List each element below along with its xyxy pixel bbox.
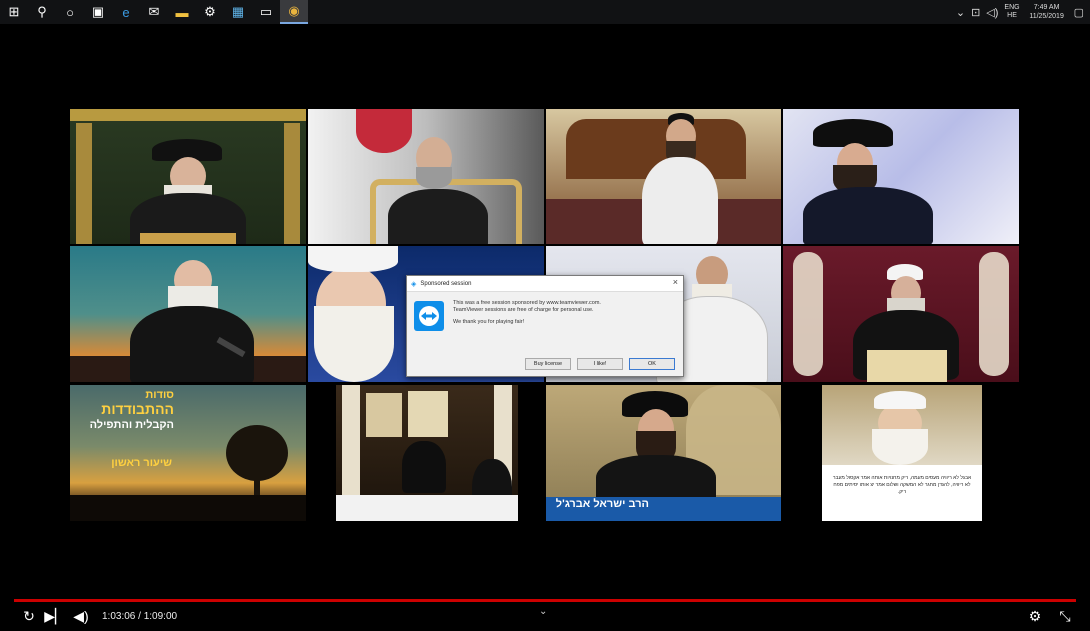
progress-bar[interactable]	[14, 599, 1076, 602]
video-tile-5	[70, 246, 306, 382]
teamviewer-small-icon: ◈	[411, 280, 417, 288]
dialog-line-3: We thank you for playing fair!	[453, 319, 525, 325]
terminal-icon[interactable]: ▭	[252, 0, 280, 24]
tile-12-text: אבגל לא ריוויה מעסים מעמה, ריק מחנויות א…	[832, 475, 972, 495]
volume-icon[interactable]: ◀)	[68, 604, 94, 628]
volume-icon[interactable]: ◁)	[986, 6, 998, 19]
network-icon[interactable]: ⊡	[971, 6, 980, 19]
tile-11-name-caption: הרב ישראל אברג'ל	[555, 498, 649, 510]
clock-date: 11/25/2019	[1029, 13, 1064, 20]
dialog-line-2: TeamViewer sessions are free of charge f…	[453, 307, 594, 313]
video-tile-8	[783, 246, 1019, 382]
video-tile-3	[546, 109, 781, 244]
i-like-button[interactable]: I like!	[577, 358, 623, 370]
sponsored-session-dialog: ◈ Sponsored session × This was a free se…	[406, 275, 684, 377]
player-controls: ↻ ▶▏ ◀) 1:03:06 / 1:09:00 ⚙ ⤡	[0, 604, 1090, 628]
language-line1: ENG	[1004, 4, 1020, 11]
windows-start-icon[interactable]: ⊞	[0, 0, 28, 24]
video-tile-12: אבגל לא ריוויה מעסים מעמה, ריק מחנויות א…	[822, 385, 982, 521]
dialog-message: This was a free session sponsored by www…	[453, 300, 673, 326]
video-tile-4	[783, 109, 1019, 244]
dialog-title: Sponsored session	[420, 280, 472, 287]
mail-icon[interactable]: ✉	[140, 0, 168, 24]
language-indicator[interactable]: ENG HE	[1004, 4, 1019, 20]
language-line2: HE	[1007, 12, 1017, 19]
chrome-icon[interactable]: ◉	[280, 0, 308, 24]
dialog-buttons: Buy license I like! OK	[525, 358, 675, 370]
tile-9-title-line2: ההתבודדות	[101, 401, 174, 417]
dialog-line-1: This was a free session sponsored by www…	[453, 300, 601, 306]
video-tile-10	[336, 385, 518, 521]
taskbar: ⊞ ⚲ ○ ▣ e ✉ ▬ ⚙ ▦ ▭ ◉ ⌄ ⊡ ◁) ENG HE 7:49…	[0, 0, 1090, 24]
next-icon[interactable]: ▶▏	[42, 604, 68, 628]
replay-icon[interactable]: ↻	[16, 604, 42, 628]
cortana-icon[interactable]: ○	[56, 0, 84, 24]
video-tile-9: סודות ההתבודדות הקבלית והתפילה שיעור ראש…	[70, 385, 306, 521]
tile-9-title-line3: הקבלית והתפילה	[89, 419, 174, 431]
file-explorer-icon[interactable]: ▬	[168, 0, 196, 24]
app-icon[interactable]: ⚙	[196, 0, 224, 24]
exit-fullscreen-icon[interactable]: ⤡	[1052, 604, 1078, 628]
system-tray: ⌄ ⊡ ◁) ENG HE 7:49 AM 11/25/2019 ▢	[956, 0, 1090, 24]
chevron-up-icon[interactable]: ⌄	[956, 6, 965, 19]
store-icon[interactable]: ▣	[84, 0, 112, 24]
clock-time: 7:49 AM	[1033, 4, 1060, 11]
teamviewer-logo-icon	[414, 301, 444, 331]
video-tile-1	[70, 109, 306, 244]
buy-license-button[interactable]: Buy license	[525, 358, 571, 370]
edge-icon[interactable]: e	[112, 0, 140, 24]
close-icon[interactable]: ×	[673, 277, 678, 287]
video-tile-2	[308, 109, 544, 244]
clock[interactable]: 7:49 AM 11/25/2019	[1026, 3, 1068, 21]
player-controls-right: ⚙ ⤡	[1022, 604, 1090, 628]
tile-9-title-line1: סודות	[145, 389, 174, 401]
dialog-titlebar: ◈ Sponsored session ×	[407, 276, 683, 292]
video-tile-11: הרב ישראל אברג'ל	[546, 385, 781, 521]
time-display: 1:03:06 / 1:09:00	[102, 610, 178, 622]
ok-button[interactable]: OK	[629, 358, 675, 370]
settings-icon[interactable]: ⚙	[1022, 604, 1048, 628]
tile-9-title-line4: שיעור ראשון	[111, 457, 172, 469]
photos-icon[interactable]: ▦	[224, 0, 252, 24]
notification-icon[interactable]: ▢	[1074, 6, 1084, 19]
search-icon[interactable]: ⚲	[28, 0, 56, 24]
